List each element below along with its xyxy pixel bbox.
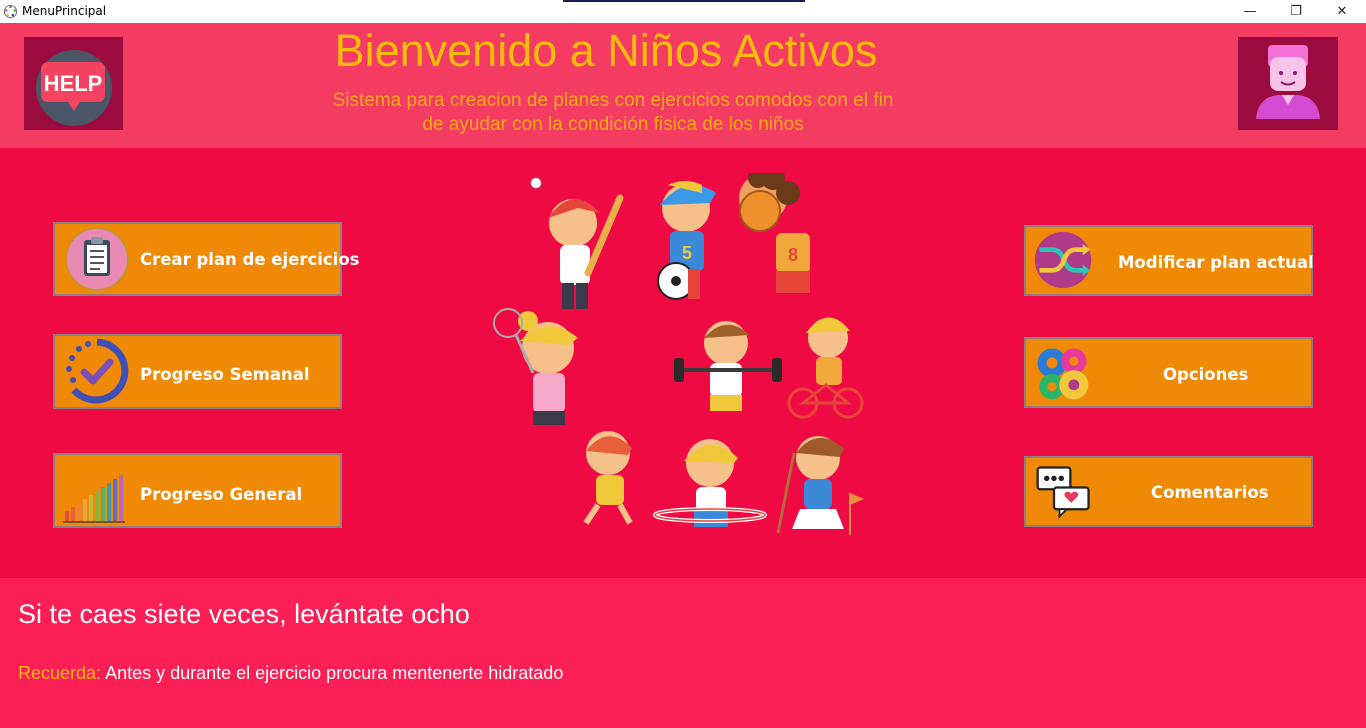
kid-running xyxy=(583,431,633,525)
window-titlebar: MenuPrincipal — ❐ ✕ xyxy=(0,0,1366,23)
gears-icon xyxy=(1037,348,1089,400)
hydration-reminder: Recuerda: Antes y durante el ejercicio p… xyxy=(18,663,563,684)
titlebar-accent xyxy=(563,0,805,2)
kid-badminton xyxy=(493,308,578,425)
comentarios-button[interactable]: Comentarios xyxy=(1024,456,1313,527)
chat-bubbles-icon xyxy=(1036,466,1090,519)
reminder-text: Antes y durante el ejercicio procura men… xyxy=(101,663,564,683)
kid-cycling xyxy=(787,317,864,419)
app-icon xyxy=(3,4,18,19)
subtitle-line-2: de ayudar con la condición fisica de los… xyxy=(422,114,804,135)
clipboard-icon xyxy=(65,227,129,291)
maximize-button[interactable]: ❐ xyxy=(1273,0,1319,22)
progreso-semanal-button[interactable]: Progreso Semanal xyxy=(53,334,342,409)
footer: Si te caes siete veces, levántate ocho R… xyxy=(0,578,1366,728)
shuffle-icon xyxy=(1034,231,1092,289)
modificar-plan-label: Modificar plan actual xyxy=(1118,253,1314,272)
progreso-general-button[interactable]: Progreso General xyxy=(53,453,342,528)
window-title: MenuPrincipal xyxy=(22,4,107,18)
modificar-plan-button[interactable]: Modificar plan actual xyxy=(1024,225,1314,296)
page-title: Bienvenido a Niños Activos xyxy=(334,25,878,76)
progreso-semanal-label: Progreso Semanal xyxy=(140,365,310,384)
crear-plan-label: Crear plan de ejercicios xyxy=(140,250,360,269)
main-menu-area: Crear plan de ejercicios Progreso Semana… xyxy=(0,148,1366,578)
user-avatar-icon xyxy=(1256,45,1320,119)
close-button[interactable]: ✕ xyxy=(1319,0,1365,22)
kid-baseball xyxy=(530,177,624,309)
kid-weightlifting xyxy=(674,321,782,411)
comentarios-label: Comentarios xyxy=(1151,483,1269,502)
user-profile-button[interactable] xyxy=(1238,37,1338,130)
minimize-button[interactable]: — xyxy=(1227,0,1273,22)
opciones-button[interactable]: Opciones xyxy=(1024,337,1313,408)
opciones-label: Opciones xyxy=(1163,365,1249,384)
svg-text:5: 5 xyxy=(682,243,692,263)
svg-text:8: 8 xyxy=(788,245,798,265)
progress-check-icon xyxy=(66,338,129,404)
kid-golf xyxy=(776,436,864,535)
kid-hula-hoop xyxy=(653,439,767,527)
bar-chart-icon xyxy=(63,475,125,523)
kid-soccer: 5 xyxy=(657,181,716,300)
reminder-label: Recuerda: xyxy=(18,663,102,683)
kid-basketball: 8 xyxy=(739,173,810,293)
progreso-general-label: Progreso General xyxy=(140,485,303,504)
subtitle-line-1: Sistema para creacion de planes con ejer… xyxy=(332,90,894,111)
header: HELP Bienvenido a Niños Activos Sistema … xyxy=(0,23,1366,148)
crear-plan-button[interactable]: Crear plan de ejercicios xyxy=(53,222,360,296)
page-subtitle: Sistema para creacion de planes con ejer… xyxy=(280,89,946,137)
motivational-quote: Si te caes siete veces, levántate ocho xyxy=(18,599,470,629)
kids-exercising-illustration: 5 8 xyxy=(493,173,864,535)
